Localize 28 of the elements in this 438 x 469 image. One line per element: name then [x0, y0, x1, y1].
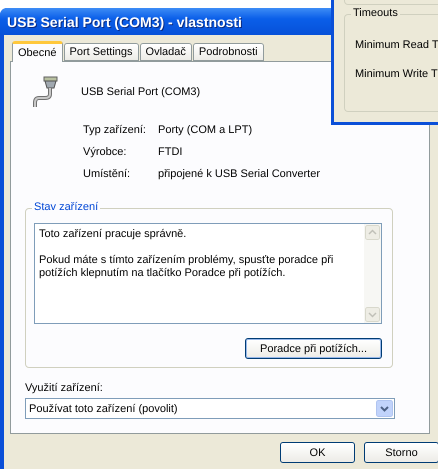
- status-text-area[interactable]: Toto zařízení pracuje správně. Pokud máte s tímto zařízením problémy, spusťte poradce při potížích klepnutím na tlačítko Poradce při potížích.: [34, 223, 382, 324]
- dialog-button[interactable]: Storno: [364, 442, 438, 463]
- tab[interactable]: Port Settings: [64, 43, 139, 61]
- property-value: připojené k USB Serial Converter: [158, 168, 322, 180]
- property-label: Typ zařízení:: [83, 124, 147, 136]
- field-label: Využití zařízení:: [25, 382, 104, 394]
- property-value: Porty (COM a LPT): [158, 124, 254, 136]
- status-text: Toto zařízení pracuje správně.: [39, 228, 188, 241]
- field-label: Minimum Read T: [355, 39, 438, 51]
- dropdown[interactable]: Používat toto zařízení (povolit): [25, 398, 395, 419]
- dialog-button[interactable]: OK: [280, 442, 355, 463]
- device-name: USB Serial Port (COM3): [81, 86, 200, 98]
- field-label: Minimum Write T: [355, 68, 438, 80]
- troubleshoot-button[interactable]: Poradce při potížích...: [245, 338, 382, 359]
- group-title: Timeouts: [351, 7, 400, 19]
- property-label: Výrobce:: [83, 146, 128, 158]
- property-value: FTDI: [158, 146, 184, 158]
- scroll-up-icon[interactable]: [365, 225, 380, 240]
- status-text: Pokud máte s tímto zařízením problémy, spusťte poradce při potížích klepnutím na tlačítko Poradce při potížích.: [39, 254, 334, 280]
- property-label: Umístění:: [83, 168, 132, 180]
- tab[interactable]: Podrobnosti: [192, 43, 264, 61]
- tab[interactable]: Obecné: [12, 41, 63, 62]
- scrollbar[interactable]: [364, 224, 381, 323]
- scroll-down-icon[interactable]: [365, 307, 380, 322]
- serial-port-icon: [33, 75, 59, 109]
- window-title: USB Serial Port (COM3) - vlastnosti: [7, 14, 242, 30]
- group-title: Stav zařízení: [32, 201, 100, 213]
- tab[interactable]: Ovladač: [140, 43, 192, 61]
